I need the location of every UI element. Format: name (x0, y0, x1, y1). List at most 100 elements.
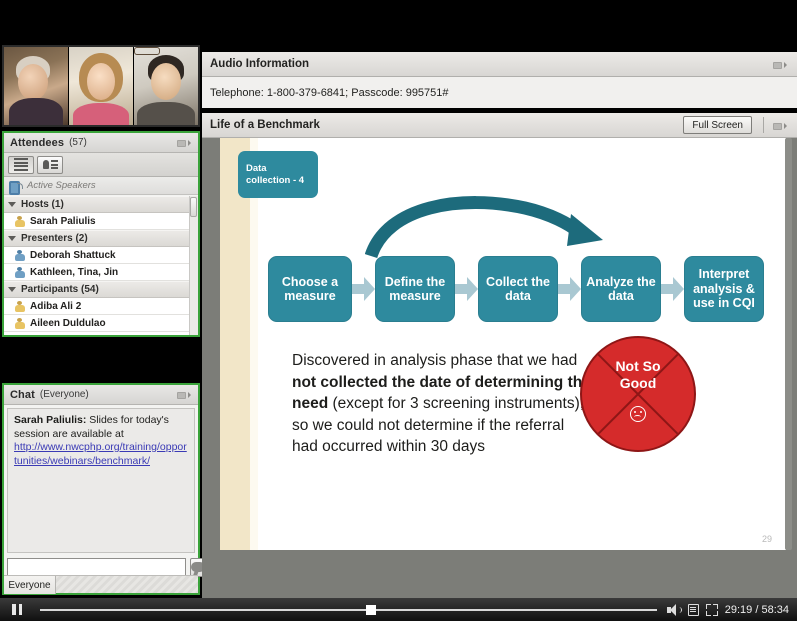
chat-tab-bar: Everyone (4, 575, 198, 594)
flow-arrow-icon (352, 277, 375, 301)
camera-thumbnail-2[interactable] (69, 47, 134, 125)
chat-link[interactable]: http://www.nwcphp.org/training/opportuni… (14, 441, 188, 468)
avatar-body (136, 101, 196, 125)
group-label: Presenters (2) (21, 233, 88, 244)
attendees-list[interactable]: Hosts (1) Sarah Paliulis Presenters (2) … (4, 196, 198, 335)
attendee-name: Aileen Duldulao (30, 317, 106, 329)
phone-icon (9, 180, 23, 195)
audio-pod-menu-icon[interactable] (773, 60, 789, 70)
chat-pod: Chat (Everyone) Sarah Paliulis: Slides f… (2, 383, 206, 595)
top-black-bar (0, 0, 797, 45)
slide-tag: Data collection - 4 (238, 151, 318, 198)
attendees-title: Attendees (10, 136, 65, 149)
attendees-pod-menu-icon[interactable] (177, 138, 193, 148)
avatar (14, 300, 25, 312)
captions-icon[interactable] (687, 603, 699, 616)
player-bar: 29:19 / 58:34 (0, 598, 797, 621)
share-pod-header: Life of a Benchmark Full Screen (202, 113, 797, 138)
avatar-head (86, 62, 116, 101)
attendee-row[interactable]: Kathleen, Tina, Jin (4, 264, 198, 281)
slide-page-number: 29 (761, 534, 772, 544)
volume-icon[interactable] (666, 603, 682, 616)
camera-thumbnail-3[interactable] (134, 47, 198, 125)
body-part-3: (except for 3 screening instruments), so… (292, 395, 585, 455)
sad-face-icon (630, 406, 646, 422)
active-speakers-row: Active Speakers (4, 177, 198, 195)
attendees-count: (57) (69, 137, 87, 148)
chevron-down-icon[interactable] (8, 287, 16, 292)
attendee-row[interactable]: Aileen Duldulao (4, 315, 198, 332)
progress-slider[interactable] (34, 598, 663, 621)
flow-step: Analyze the data (581, 256, 661, 322)
pause-icon (12, 604, 22, 615)
glasses-icon (134, 47, 160, 55)
slide-canvas[interactable]: Data collection - 4 Choose a measure Def… (220, 138, 786, 550)
process-flow: Choose a measure Define the measure Coll… (268, 253, 780, 325)
audio-pod-title: Audio Information (210, 58, 310, 70)
header-divider (763, 117, 764, 133)
chat-pod-menu-icon[interactable] (177, 390, 193, 400)
slide-side-band (220, 138, 250, 550)
avatar-body (72, 103, 130, 125)
badge-line-2: Good (619, 375, 657, 391)
group-header-participants[interactable]: Participants (54) (4, 281, 198, 298)
fullscreen-icon[interactable] (705, 603, 718, 616)
share-pod-menu-icon[interactable] (773, 121, 789, 131)
chat-message-list[interactable]: Sarah Paliulis: Slides for today's sessi… (7, 408, 195, 553)
badge-line-1: Not So (615, 358, 661, 374)
list-view-icon[interactable] (8, 155, 34, 174)
pause-button[interactable] (0, 598, 34, 621)
attendees-pod-header: Attendees (57) (4, 133, 198, 153)
group-label: Hosts (1) (21, 199, 64, 210)
active-speakers-label: Active Speakers (27, 180, 96, 191)
slide-tag-line1: Data (246, 162, 267, 174)
avatar (14, 266, 25, 278)
card-view-icon[interactable] (37, 155, 63, 174)
attendee-row[interactable]: Sarah Paliulis (4, 213, 198, 230)
group-header-presenters[interactable]: Presenters (2) (4, 230, 198, 247)
badge-text: Not So Good (580, 358, 696, 392)
chat-message: Sarah Paliulis: Slides for today's sessi… (14, 414, 188, 468)
flow-step: Define the measure (375, 256, 455, 322)
avatar (14, 215, 25, 227)
chat-scope: (Everyone) (39, 389, 89, 400)
attendee-name: Adiba Ali 2 (30, 300, 82, 312)
badge-circle (580, 336, 696, 452)
slide-scrollbar[interactable] (785, 138, 792, 550)
flow-arrow-icon (558, 277, 581, 301)
left-column: Attendees (57) Active Speakers Hosts (1)… (0, 45, 206, 598)
group-header-hosts[interactable]: Hosts (1) (4, 196, 198, 213)
webcam-pod[interactable] (2, 45, 200, 127)
feedback-arrow-icon (365, 196, 603, 258)
flow-arrow-icon (455, 277, 478, 301)
status-badge: Not So Good (580, 336, 696, 452)
scrollbar-thumb[interactable] (190, 197, 197, 217)
chat-input-row (7, 557, 206, 577)
chat-pod-header: Chat (Everyone) (4, 385, 198, 405)
attendee-row[interactable]: Deborah Shattuck (4, 247, 198, 264)
attendee-name: Sarah Paliulis (30, 215, 96, 227)
body-part-1: Discovered in analysis phase that we had (292, 352, 578, 369)
audio-pod-body: Telephone: 1-800-379-6841; Passcode: 995… (202, 77, 797, 110)
flow-step: Choose a measure (268, 256, 352, 322)
chat-input[interactable] (7, 557, 186, 577)
chevron-down-icon[interactable] (8, 236, 16, 241)
camera-thumbnail-1[interactable] (4, 47, 69, 125)
conference-player-window: Attendees (57) Active Speakers Hosts (1)… (0, 0, 797, 621)
slide-side-band-light (250, 138, 258, 550)
avatar-body (9, 98, 63, 125)
progress-knob[interactable] (366, 604, 376, 615)
attendee-row[interactable]: Adiba Ali 2 (4, 298, 198, 315)
attendees-pod: Attendees (57) Active Speakers Hosts (1)… (2, 131, 200, 337)
chat-author: Sarah Paliulis: (14, 414, 87, 426)
flow-step: Interpret analysis & use in CQI (684, 256, 764, 322)
full-screen-button[interactable]: Full Screen (683, 116, 752, 134)
chat-title: Chat (10, 388, 35, 401)
player-controls-right: 29:19 / 58:34 (663, 603, 797, 616)
attendees-scrollbar[interactable] (189, 196, 198, 335)
chevron-down-icon[interactable] (8, 202, 16, 207)
avatar (14, 249, 25, 261)
time-display: 29:19 / 58:34 (724, 603, 789, 616)
chat-tab-everyone[interactable]: Everyone (4, 576, 56, 594)
avatar-head (18, 64, 48, 101)
